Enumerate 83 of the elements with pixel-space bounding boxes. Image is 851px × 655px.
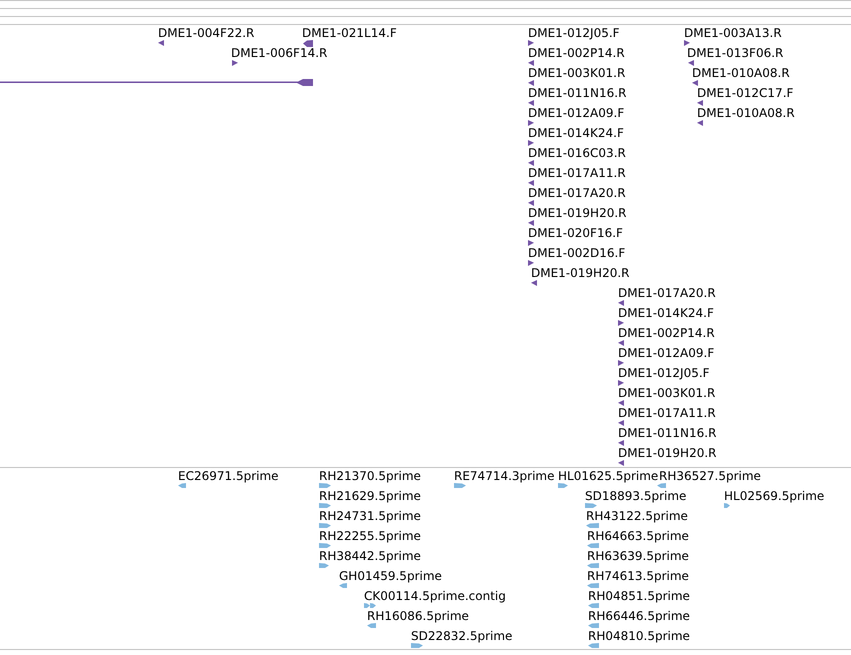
feature-label: DME1-019H20.R: [528, 206, 626, 220]
feature-label: RH63639.5prime: [587, 549, 689, 563]
arrow-icon[interactable]: [528, 140, 534, 146]
feature-label: DME1-010A08.R: [692, 66, 790, 80]
arrow-icon[interactable]: [618, 320, 624, 326]
feature-label: DME1-006F14.R: [231, 46, 328, 60]
feature-label: DME1-010A08.R: [697, 106, 795, 120]
feature-label: RH16086.5prime: [367, 609, 469, 623]
feature-label: DME1-002P14.R: [528, 46, 625, 60]
feature-label: SD18893.5prime: [585, 489, 686, 503]
feature-label: RH24731.5prime: [319, 509, 421, 523]
arrow-icon[interactable]: [528, 240, 534, 246]
arrow-icon[interactable]: [158, 40, 164, 46]
feature-label: RH36527.5prime: [659, 469, 761, 483]
feature-label: DME1-019H20.R: [531, 266, 630, 280]
feature-label: DME1-004F22.R: [158, 26, 254, 40]
arrow-icon[interactable]: [528, 220, 534, 226]
arrow-icon[interactable]: [232, 60, 238, 66]
arrow-icon[interactable]: [618, 420, 624, 426]
arrow-icon[interactable]: [697, 120, 703, 126]
feature-label: DME1-012A09.F: [528, 106, 624, 120]
feature-line[interactable]: [0, 79, 313, 86]
arrow-icon[interactable]: [528, 160, 534, 166]
feature-label: DME1-003A13.R: [684, 26, 782, 40]
arrow-icon[interactable]: [303, 40, 313, 47]
arrow-icon[interactable]: [528, 180, 534, 186]
arrow-icon[interactable]: [528, 80, 534, 86]
feature-label: DME1-017A20.R: [618, 286, 716, 300]
arrow-icon[interactable]: [618, 440, 624, 446]
feature-label: RH21370.5prime: [319, 469, 421, 483]
feature-label: DME1-017A11.R: [618, 406, 716, 420]
arrow-icon[interactable]: [531, 280, 537, 286]
feature-label: DME1-017A11.R: [528, 166, 626, 180]
arrow-icon[interactable]: [618, 380, 624, 386]
arrow-icon[interactable]: [528, 60, 534, 66]
feature-label: DME1-021L14.F: [302, 26, 397, 40]
feature-label: RH66446.5prime: [588, 609, 690, 623]
feature-label: DME1-017A20.R: [528, 186, 626, 200]
arrow-icon[interactable]: [528, 40, 534, 46]
feature-label: RH04810.5prime: [588, 629, 690, 643]
feature-label: RE74714.3prime: [454, 469, 554, 483]
arrow-icon[interactable]: [618, 460, 624, 466]
arrow-icon[interactable]: [528, 100, 534, 106]
arrow-icon[interactable]: [688, 60, 694, 66]
feature-label: RH38442.5prime: [319, 549, 421, 563]
feature-label: EC26971.5prime: [178, 469, 279, 483]
feature-label: DME1-002D16.F: [528, 246, 626, 260]
feature-label: HL01625.5prime: [558, 469, 658, 483]
feature-label: DME1-014K24.F: [528, 126, 624, 140]
feature-label: RH04851.5prime: [588, 589, 690, 603]
arrow-icon[interactable]: [618, 400, 624, 406]
feature-label: GH01459.5prime: [339, 569, 442, 583]
arrow-icon[interactable]: [684, 40, 690, 46]
arrow-icon[interactable]: [697, 100, 703, 106]
feature-label: RH74613.5prime: [587, 569, 689, 583]
feature-label: DME1-002P14.R: [618, 326, 715, 340]
feature-label: DME1-013F06.R: [687, 46, 784, 60]
feature-label: DME1-011N16.R: [528, 86, 626, 100]
feature-label: DME1-019H20.R: [618, 446, 716, 460]
arrow-icon[interactable]: [618, 360, 624, 366]
arrow-icon[interactable]: [528, 120, 534, 126]
feature-label: DME1-012J05.F: [528, 26, 620, 40]
feature-label: DME1-003K01.R: [618, 386, 716, 400]
feature-label: RH43122.5prime: [586, 509, 688, 523]
arrow-icon[interactable]: [692, 80, 698, 86]
feature-label: SD22832.5prime: [411, 629, 512, 643]
feature-label: DME1-016C03.R: [528, 146, 626, 160]
feature-label: DME1-012J05.F: [618, 366, 710, 380]
feature-label: RH22255.5prime: [319, 529, 421, 543]
feature-label: CK00114.5prime.contig: [364, 589, 506, 603]
feature-label: DME1-012C17.F: [697, 86, 794, 100]
feature-label: RH21629.5prime: [319, 489, 421, 503]
feature-label: DME1-012A09.F: [618, 346, 714, 360]
feature-label: RH64663.5prime: [587, 529, 689, 543]
arrow-icon[interactable]: [528, 260, 534, 266]
arrow-icon[interactable]: [618, 300, 624, 306]
feature-label: HL02569.5prime: [724, 489, 824, 503]
arrow-icon[interactable]: [618, 340, 624, 346]
arrow-icon[interactable]: [528, 200, 534, 206]
feature-label: DME1-011N16.R: [618, 426, 716, 440]
feature-label: DME1-003K01.R: [528, 66, 626, 80]
feature-label: DME1-014K24.F: [618, 306, 714, 320]
feature-label: DME1-020F16.F: [528, 226, 623, 240]
